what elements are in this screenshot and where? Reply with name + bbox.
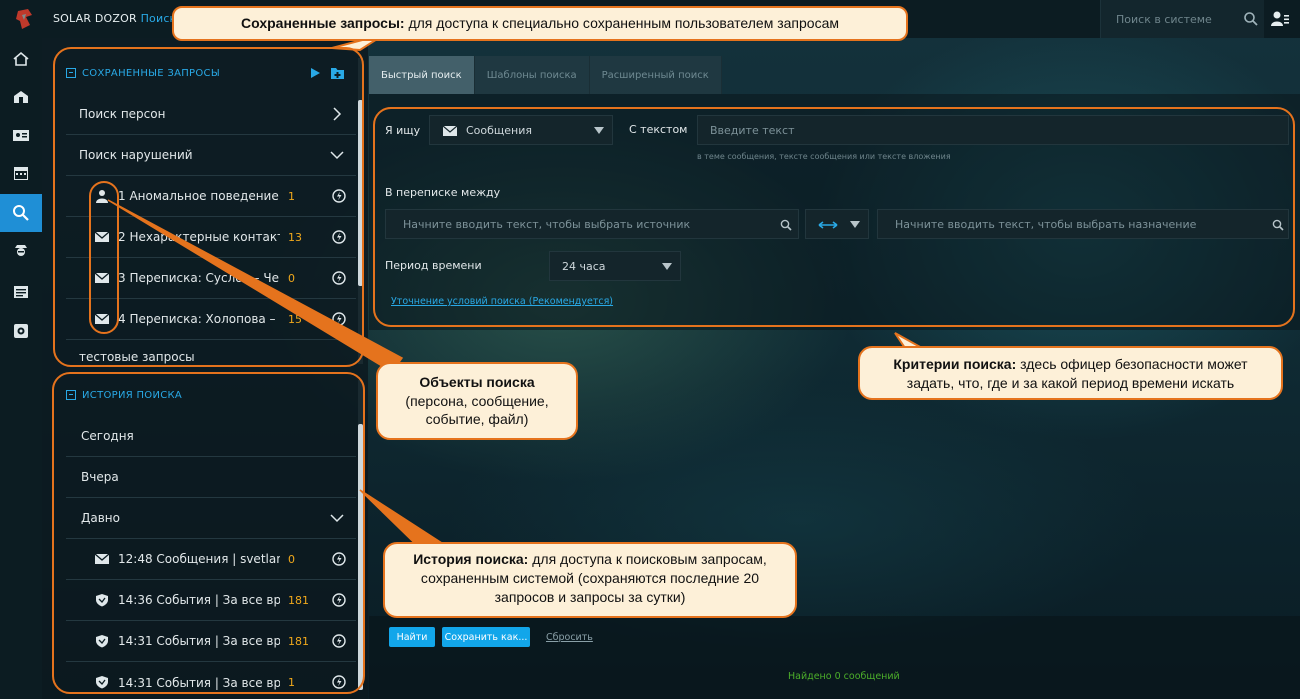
nav-home[interactable] — [0, 40, 42, 78]
saved-queries-callout: Сохраненные запросы: для доступа к специ… — [172, 6, 908, 41]
objects-callout: Объекты поиска (персона, сообщение, собы… — [376, 362, 578, 440]
callout-text: (персона, сообщение, событие, файл) — [405, 392, 549, 428]
agent-icon — [15, 245, 27, 256]
nav-security-officer[interactable] — [0, 232, 42, 270]
brand-name: SOLAR DOZOR — [53, 12, 137, 25]
criteria-highlight — [373, 107, 1295, 327]
app-title: SOLAR DOZOR Поиск — [53, 12, 176, 25]
nav-personas[interactable] — [0, 116, 42, 154]
calendar-icon — [14, 167, 28, 180]
nav-reports[interactable] — [0, 273, 42, 311]
search-tabs: Быстрый поиск Шаблоны поиска Расширенный… — [369, 56, 722, 94]
tab-quick-search[interactable]: Быстрый поиск — [369, 56, 475, 94]
global-search-input[interactable] — [1116, 11, 1236, 27]
tab-search-templates[interactable]: Шаблоны поиска — [474, 56, 590, 94]
gear-icon — [14, 324, 28, 338]
nav-settings[interactable] — [0, 312, 42, 350]
found-status: Найдено 0 сообщений — [788, 671, 900, 682]
list-icon — [14, 286, 28, 298]
criteria-callout: Критерии поиска: здесь офицер безопаснос… — [858, 346, 1283, 400]
id-card-icon — [13, 130, 29, 141]
history-callout: История поиска: для доступа к поисковым … — [383, 542, 797, 618]
user-menu-icon[interactable] — [1270, 9, 1290, 29]
magnifier-icon — [13, 205, 29, 221]
callout-title: Объекты поиска — [419, 373, 535, 390]
callout-title: История поиска: — [413, 551, 529, 567]
objects-highlight — [89, 181, 119, 334]
save-as-button[interactable]: Сохранить как... — [442, 627, 530, 647]
nav-search[interactable] — [0, 194, 42, 232]
callout-title: Сохраненные запросы: для доступа к специ… — [241, 15, 839, 32]
reset-link[interactable]: Сбросить — [546, 632, 593, 643]
home-icon — [13, 51, 29, 66]
find-button[interactable]: Найти — [389, 627, 435, 647]
tab-advanced-search[interactable]: Расширенный поиск — [589, 56, 722, 94]
search-icon[interactable] — [1243, 11, 1259, 27]
logo-icon — [16, 9, 32, 29]
nav-calendar[interactable] — [0, 154, 42, 192]
history-highlight — [52, 372, 365, 694]
callout-title: Критерии поиска: — [893, 356, 1017, 372]
building-icon — [14, 91, 28, 103]
nav-rail — [0, 38, 42, 699]
nav-organization[interactable] — [0, 78, 42, 116]
